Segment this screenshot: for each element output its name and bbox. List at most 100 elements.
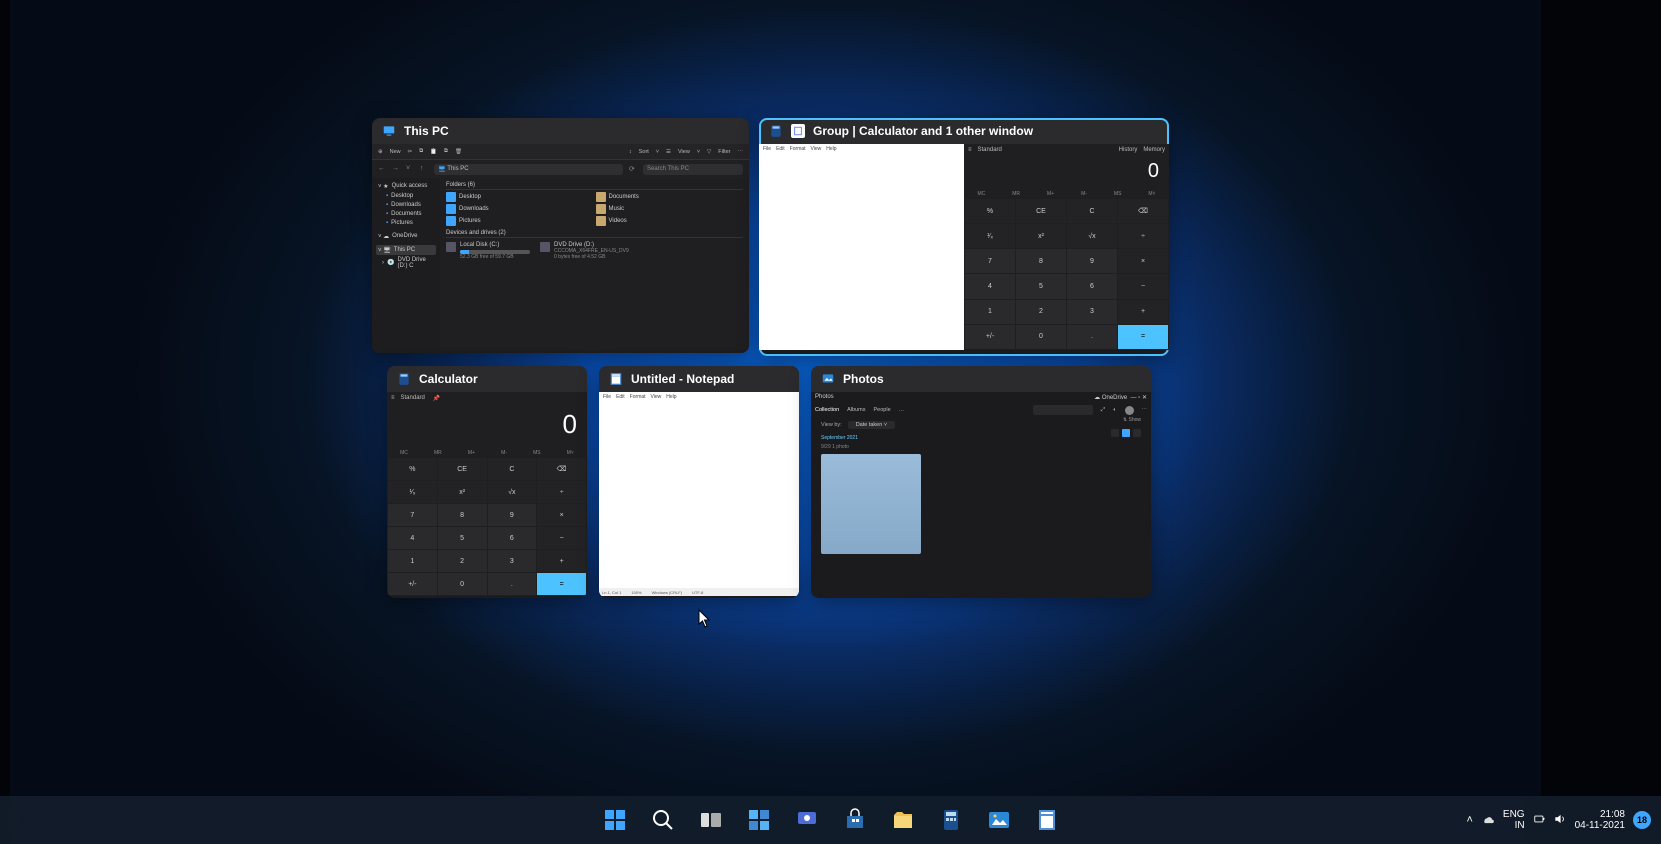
taskbar: ˄ ENGIN 21:0804-11-2021 18 (0, 796, 1661, 844)
explorer-button[interactable] (883, 800, 923, 840)
thumb-photos: Photos ☁ OneDrive — ▫ ✕ Collection Album… (811, 392, 1151, 596)
volume-icon[interactable] (1553, 812, 1567, 829)
task-card-group[interactable]: Group | Calculator and 1 other window Fi… (759, 118, 1169, 356)
task-card-title: Photos (843, 372, 884, 386)
video-border-left (0, 0, 10, 844)
calc-key: C (488, 458, 537, 480)
thumb-this-pc: ⊕New ✂⧉📋⧉🗑 ↕ Sort˅ ☰ View˅ ▽ Filter ⋯ ←→… (372, 144, 749, 351)
this-pc-icon (382, 124, 396, 138)
calculator-taskbar-button[interactable] (931, 800, 971, 840)
calc-key: = (537, 573, 586, 595)
calc-key: 3 (488, 550, 537, 572)
calc-key: 7 (965, 249, 1015, 273)
calc-key: 8 (438, 504, 487, 526)
task-card-photos[interactable]: Photos Photos ☁ OneDrive — ▫ ✕ Collectio… (811, 366, 1151, 598)
explorer-address-bar: ←→˅↑ 🖥 This PC ⟳ Search This PC (372, 160, 749, 178)
calc-key: CE (1016, 199, 1066, 223)
calc-key: ⌫ (1118, 199, 1168, 223)
calc-key: 3 (1067, 300, 1117, 324)
calc-key: 0 (438, 573, 487, 595)
thumb-notepad: File Edit Format View Help Ln 1, Col 1 1… (599, 392, 799, 596)
task-card-title: This PC (404, 124, 449, 138)
start-button[interactable] (595, 800, 635, 840)
calc-key: . (488, 573, 537, 595)
calc-key: 7 (388, 504, 437, 526)
calc-key: 2 (438, 550, 487, 572)
calc-key: 1 (965, 300, 1015, 324)
group-notepad-pane: File Edit Format View Help (759, 144, 964, 350)
widgets-button[interactable] (739, 800, 779, 840)
calc-key: +/- (965, 325, 1015, 349)
explorer-toolbar: ⊕New ✂⧉📋⧉🗑 ↕ Sort˅ ☰ View˅ ▽ Filter ⋯ (372, 144, 749, 160)
calc-key: 4 (388, 527, 437, 549)
calc-key: ⌫ (537, 458, 586, 480)
task-card-calculator[interactable]: Calculator ≡Standard📌 0 MCMR M+M- MSM˅ %… (387, 366, 587, 598)
calculator-icon (397, 372, 411, 386)
calc-key: 9 (1067, 249, 1117, 273)
onedrive-tray-icon[interactable] (1481, 812, 1495, 829)
calc-key: 4 (965, 274, 1015, 298)
calc-key: . (1067, 325, 1117, 349)
calc-key: = (1118, 325, 1168, 349)
calc-key: + (1118, 300, 1168, 324)
tray-chevron-icon[interactable]: ˄ (1466, 814, 1472, 826)
calc-key: CE (438, 458, 487, 480)
thumb-group: File Edit Format View Help ≡StandardHist… (759, 144, 1169, 350)
clock[interactable]: 21:0804-11-2021 (1575, 809, 1625, 831)
notepad-icon (791, 124, 805, 138)
chat-button[interactable] (787, 800, 827, 840)
photos-taskbar-button[interactable] (979, 800, 1019, 840)
video-border-right (1541, 0, 1661, 844)
store-button[interactable] (835, 800, 875, 840)
explorer-sidebar: ˅ ★Quick access ▪Desktop ▪Downloads ▪Doc… (372, 178, 440, 351)
photos-icon (821, 372, 835, 386)
calc-key: 6 (1067, 274, 1117, 298)
calc-key: 5 (1016, 274, 1066, 298)
task-card-this-pc[interactable]: This PC ⊕New ✂⧉📋⧉🗑 ↕ Sort˅ ☰ View˅ ▽ Fil… (372, 118, 749, 353)
calc-key: ÷ (537, 481, 586, 503)
language-indicator[interactable]: ENGIN (1503, 809, 1525, 831)
calc-key: x² (1016, 224, 1066, 248)
calc-key: ¹⁄ₓ (388, 481, 437, 503)
calc-key: 5 (438, 527, 487, 549)
task-card-title: Untitled - Notepad (631, 372, 734, 386)
task-card-notepad[interactable]: Untitled - Notepad File Edit Format View… (599, 366, 799, 598)
taskview-button[interactable] (691, 800, 731, 840)
calc-display: 0 (964, 156, 1169, 190)
calc-key: % (965, 199, 1015, 223)
calc-key: × (1118, 249, 1168, 273)
calc-key: 2 (1016, 300, 1066, 324)
calc-display: 0 (387, 405, 587, 449)
search-button[interactable] (643, 800, 683, 840)
calc-key: C (1067, 199, 1117, 223)
thumb-calculator: ≡Standard📌 0 MCMR M+M- MSM˅ %CEC⌫¹⁄ₓx²√x… (387, 392, 587, 596)
calc-key: 8 (1016, 249, 1066, 273)
calc-key: + (537, 550, 586, 572)
calc-key: × (537, 504, 586, 526)
calc-key: − (1118, 274, 1168, 298)
notification-badge[interactable]: 18 (1633, 811, 1651, 829)
taskbar-center (595, 800, 1067, 840)
notepad-taskbar-button[interactable] (1027, 800, 1067, 840)
group-calc-pane: ≡StandardHistoryMemory 0 MCMR M+M- MSM˅ … (964, 144, 1169, 350)
explorer-main: Folders (6) Desktop Documents Downloads … (440, 178, 749, 351)
calc-key: 6 (488, 527, 537, 549)
task-card-title: Group | Calculator and 1 other window (813, 124, 1033, 138)
photo-thumbnail (821, 454, 921, 554)
calc-key: − (537, 527, 586, 549)
calc-key: +/- (388, 573, 437, 595)
calc-key: x² (438, 481, 487, 503)
calc-key: √x (488, 481, 537, 503)
task-card-title: Calculator (419, 372, 478, 386)
network-icon[interactable] (1533, 812, 1547, 829)
notepad-icon (609, 372, 623, 386)
calc-key: √x (1067, 224, 1117, 248)
calc-key: ¹⁄ₓ (965, 224, 1015, 248)
calc-key: 9 (488, 504, 537, 526)
system-tray[interactable]: ˄ ENGIN 21:0804-11-2021 18 (1466, 809, 1651, 831)
calc-key: ÷ (1118, 224, 1168, 248)
mouse-cursor (698, 609, 712, 629)
calc-key: 1 (388, 550, 437, 572)
calc-key: 0 (1016, 325, 1066, 349)
calculator-icon (769, 124, 783, 138)
